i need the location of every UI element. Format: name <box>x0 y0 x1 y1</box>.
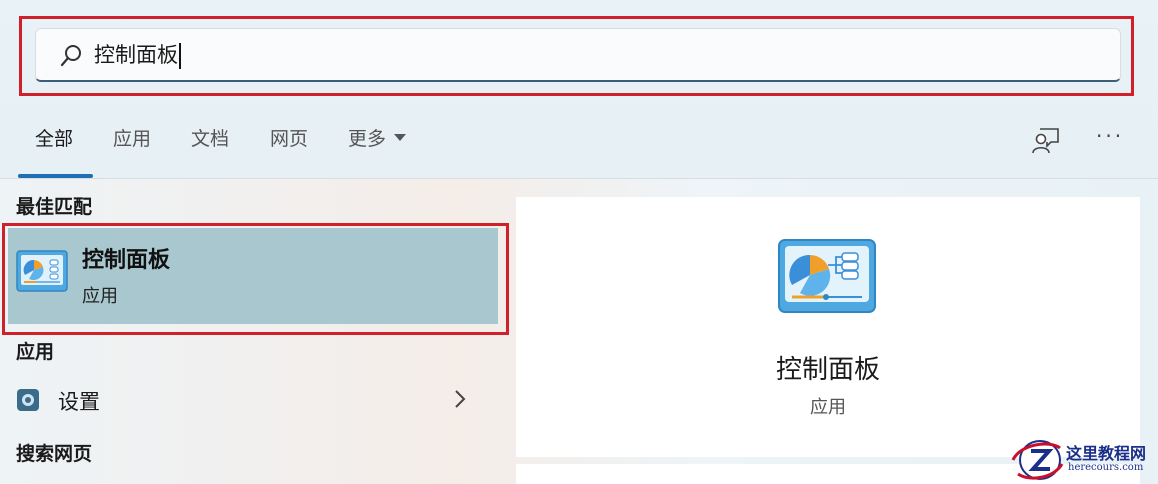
best-match-heading: 最佳匹配 <box>16 196 93 218</box>
watermark-title: 这里教程网 <box>1066 444 1147 463</box>
more-options-button[interactable]: ··· <box>1096 124 1124 148</box>
search-input-text: 控制面板 <box>94 43 178 67</box>
control-panel-icon <box>778 239 876 313</box>
feedback-icon[interactable] <box>1031 125 1061 155</box>
best-match-item[interactable]: 控制面板 应用 <box>8 228 498 324</box>
search-web-heading: 搜索网页 <box>16 443 93 465</box>
watermark-url: herecours.com <box>1068 462 1144 473</box>
watermark: 这里教程网 herecours.com <box>1010 438 1158 482</box>
apps-heading: 应用 <box>16 341 55 363</box>
list-item-settings[interactable]: 设置 <box>0 380 500 424</box>
chevron-down-icon <box>394 134 407 141</box>
detail-panel: 控制面板 应用 <box>516 197 1140 457</box>
tab-more[interactable]: 更多 <box>348 118 407 160</box>
best-match-title: 控制面板 <box>82 248 171 273</box>
search-input[interactable]: 控制面板 <box>94 39 994 71</box>
search-box[interactable]: 控制面板 <box>35 28 1121 82</box>
header-divider <box>0 178 1158 179</box>
detail-title: 控制面板 <box>775 355 880 385</box>
settings-gear-icon <box>17 389 39 411</box>
list-item-label: 设置 <box>58 390 100 414</box>
detail-subtitle: 应用 <box>810 397 846 418</box>
tab-more-label: 更多 <box>348 128 387 150</box>
tab-all[interactable]: 全部 <box>35 118 73 160</box>
tab-web[interactable]: 网页 <box>270 118 308 160</box>
chevron-right-icon[interactable] <box>452 388 468 410</box>
best-match-subtitle: 应用 <box>82 286 118 307</box>
text-cursor <box>179 43 181 69</box>
watermark-logo-icon <box>1011 440 1064 480</box>
tab-documents[interactable]: 文档 <box>191 118 229 160</box>
tab-apps[interactable]: 应用 <box>113 118 151 160</box>
control-panel-icon <box>16 250 68 292</box>
search-icon <box>60 45 81 67</box>
